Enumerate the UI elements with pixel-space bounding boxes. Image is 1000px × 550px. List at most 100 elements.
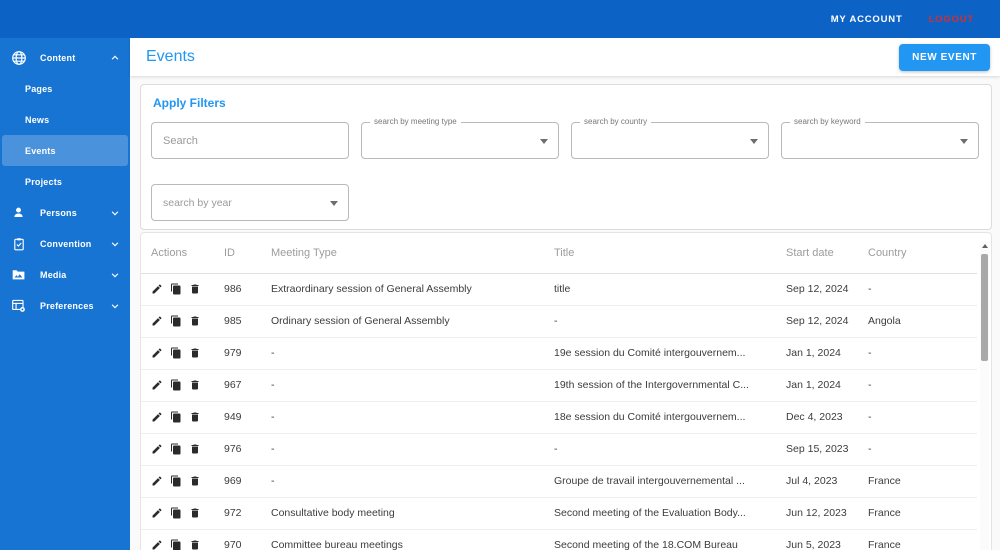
chevron-down-icon [110, 270, 120, 280]
sidebar-group-preferences[interactable]: Preferences [0, 290, 130, 321]
table-row: 969 - Groupe de travail intergouvernemen… [141, 465, 977, 498]
sidebar-item-label: News [25, 114, 50, 125]
sidebar-group-label: Preferences [40, 300, 94, 311]
cell-title: 19th session of the Intergovernmental C.… [544, 369, 776, 402]
delete-icon[interactable] [189, 347, 201, 359]
column-header-id: ID [214, 233, 261, 274]
logout-button[interactable]: LOGOUT [929, 14, 974, 25]
edit-icon[interactable] [151, 507, 163, 519]
table-scrollbar [980, 241, 989, 550]
cell-country: - [858, 369, 977, 402]
sidebar-item-label: Projects [25, 176, 63, 187]
page-header: Events NEW EVENT [130, 38, 1000, 76]
copy-icon[interactable] [170, 443, 182, 455]
copy-icon[interactable] [170, 379, 182, 391]
delete-icon[interactable] [189, 539, 201, 550]
copy-icon[interactable] [170, 475, 182, 487]
sidebar-item-projects[interactable]: Projects [2, 166, 128, 197]
cell-id: 976 [214, 433, 261, 466]
sidebar-group-persons[interactable]: Persons [0, 197, 130, 228]
cell-meeting-type: - [261, 337, 544, 370]
cell-title: - [544, 305, 776, 338]
copy-icon[interactable] [170, 283, 182, 295]
sidebar-group-label: Media [40, 269, 67, 280]
delete-icon[interactable] [189, 475, 201, 487]
topbar: MY ACCOUNT LOGOUT [0, 0, 1000, 38]
edit-icon[interactable] [151, 379, 163, 391]
sidebar-group-content[interactable]: Content [0, 42, 130, 73]
year-select[interactable]: search by year [151, 184, 349, 221]
media-folder-icon [10, 266, 27, 283]
cell-title: - [544, 433, 776, 466]
sidebar-item-news[interactable]: News [2, 104, 128, 135]
cell-country: France [858, 529, 977, 550]
cell-country: - [858, 433, 977, 466]
edit-icon[interactable] [151, 283, 163, 295]
edit-icon[interactable] [151, 347, 163, 359]
events-table-card: Actions ID Meeting Type Title Start date… [140, 232, 992, 550]
cell-start-date: Jun 12, 2023 [776, 497, 858, 530]
meeting-type-select[interactable]: search by meeting type [361, 117, 559, 159]
country-select[interactable]: search by country [571, 117, 769, 159]
table-row: 949 - 18e session du Comité intergouvern… [141, 401, 977, 434]
new-event-button[interactable]: NEW EVENT [899, 43, 990, 71]
column-header-start-date: Start date [776, 233, 858, 274]
delete-icon[interactable] [189, 379, 201, 391]
meeting-type-select-label: search by meeting type [370, 117, 461, 127]
edit-icon[interactable] [151, 539, 163, 550]
cell-id: 979 [214, 337, 261, 370]
edit-icon[interactable] [151, 475, 163, 487]
cell-start-date: Sep 15, 2023 [776, 433, 858, 466]
cell-country: - [858, 401, 977, 434]
sidebar: Content Pages News Events Projects Perso… [0, 38, 130, 550]
filters-heading: Apply Filters [153, 96, 226, 110]
table-header-row: Actions ID Meeting Type Title Start date… [141, 233, 977, 274]
cell-meeting-type: Ordinary session of General Assembly [261, 305, 544, 338]
table-row: 976 - - Sep 15, 2023 - [141, 433, 977, 466]
cell-meeting-type: Extraordinary session of General Assembl… [261, 273, 544, 306]
copy-icon[interactable] [170, 347, 182, 359]
delete-icon[interactable] [189, 315, 201, 327]
filters-row-2: search by year [151, 184, 981, 221]
sidebar-item-events[interactable]: Events [2, 135, 128, 166]
sidebar-group-media[interactable]: Media [0, 259, 130, 290]
year-select-label: search by year [163, 196, 232, 209]
my-account-button[interactable]: MY ACCOUNT [831, 14, 903, 25]
sidebar-item-pages[interactable]: Pages [2, 73, 128, 104]
copy-icon[interactable] [170, 507, 182, 519]
delete-icon[interactable] [189, 443, 201, 455]
sidebar-group-convention[interactable]: Convention [0, 228, 130, 259]
copy-icon[interactable] [170, 315, 182, 327]
cell-start-date: Sep 12, 2024 [776, 305, 858, 338]
cell-title: 19e session du Comité intergouvernem... [544, 337, 776, 370]
delete-icon[interactable] [189, 283, 201, 295]
dropdown-arrow-icon [540, 138, 548, 144]
sidebar-group-label: Convention [40, 238, 92, 249]
keyword-select-label: search by keyword [790, 117, 865, 127]
cell-start-date: Dec 4, 2023 [776, 401, 858, 434]
sidebar-item-label: Pages [25, 83, 53, 94]
clipboard-icon [10, 235, 27, 252]
cell-meeting-type: - [261, 369, 544, 402]
edit-icon[interactable] [151, 315, 163, 327]
chevron-down-icon [110, 301, 120, 311]
edit-icon[interactable] [151, 443, 163, 455]
cell-title: title [544, 273, 776, 306]
column-header-country: Country [858, 233, 977, 274]
scrollbar-thumb[interactable] [981, 254, 988, 361]
edit-icon[interactable] [151, 411, 163, 423]
table-row: 985 Ordinary session of General Assembly… [141, 305, 977, 338]
copy-icon[interactable] [170, 539, 182, 550]
dropdown-arrow-icon [960, 138, 968, 144]
events-table: Actions ID Meeting Type Title Start date… [141, 233, 977, 550]
delete-icon[interactable] [189, 411, 201, 423]
sidebar-group-label: Persons [40, 207, 77, 218]
scrollbar-up-arrow-icon[interactable] [981, 244, 988, 248]
keyword-select[interactable]: search by keyword [781, 117, 979, 159]
cell-id: 985 [214, 305, 261, 338]
search-input[interactable] [151, 122, 349, 159]
cell-id: 949 [214, 401, 261, 434]
person-icon [10, 204, 27, 221]
copy-icon[interactable] [170, 411, 182, 423]
delete-icon[interactable] [189, 507, 201, 519]
